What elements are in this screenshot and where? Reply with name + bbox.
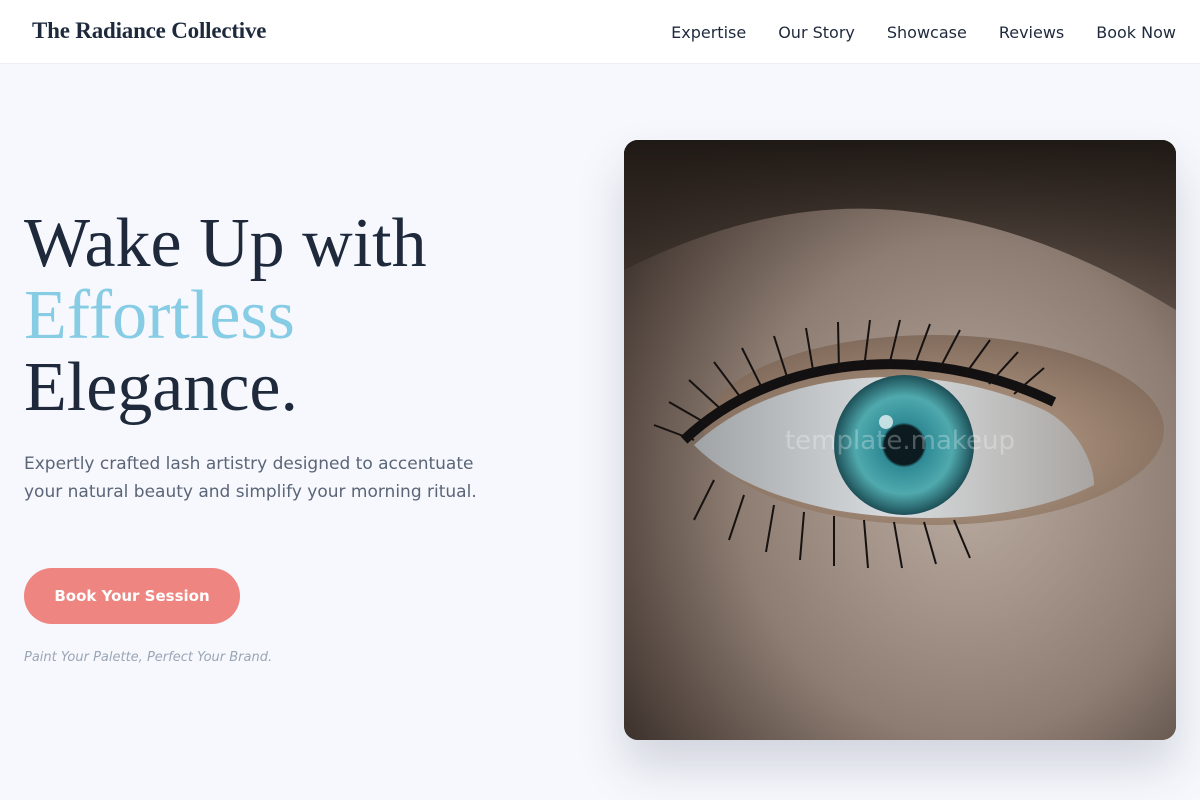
- nav-reviews[interactable]: Reviews: [999, 23, 1064, 42]
- nav-book-now[interactable]: Book Now: [1096, 23, 1176, 42]
- hero-text: Wake Up with Effortless Elegance. Expert…: [24, 208, 544, 506]
- hero-description: Expertly crafted lash artistry designed …: [24, 454, 477, 502]
- main-nav: Expertise Our Story Showcase Reviews Boo…: [671, 0, 1176, 64]
- hero-tagline: Paint Your Palette, Perfect Your Brand.: [24, 650, 273, 665]
- brand-logo[interactable]: The Radiance Collective: [32, 18, 267, 44]
- headline-line-3: Elegance.: [24, 349, 298, 426]
- nav-showcase[interactable]: Showcase: [887, 23, 967, 42]
- hero-headline: Wake Up with Effortless Elegance.: [24, 208, 544, 424]
- site-header: The Radiance Collective Expertise Our St…: [0, 0, 1200, 64]
- nav-expertise[interactable]: Expertise: [671, 23, 746, 42]
- headline-accent: Effortless: [24, 277, 295, 354]
- nav-our-story[interactable]: Our Story: [778, 23, 855, 42]
- headline-line-1: Wake Up with: [24, 205, 427, 282]
- hero-eye-image: template.makeup: [624, 140, 1176, 740]
- image-watermark: template.makeup: [784, 426, 1015, 456]
- book-session-button[interactable]: Book Your Session: [24, 568, 240, 624]
